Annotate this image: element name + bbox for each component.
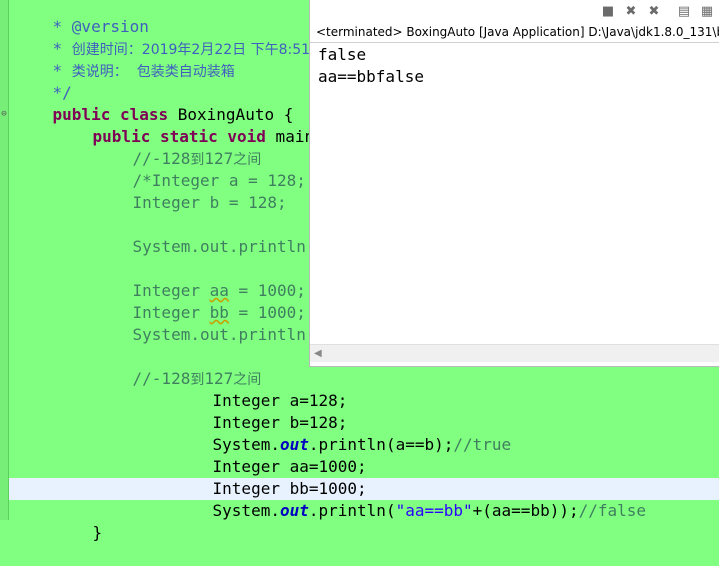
code-line-13[interactable]: Integer aa = 1000; <box>94 258 306 300</box>
code-line-22[interactable]: Integer bb=1000; <box>174 456 367 498</box>
code-line-15[interactable]: System.out.println("aa <box>94 302 345 344</box>
code-line-2[interactable]: * 创建时间：2019年2月22日 下午8:51: <box>14 16 315 58</box>
editor-gutter <box>0 0 9 520</box>
statement: +(aa==bb)); <box>472 501 579 520</box>
horizontal-scrollbar[interactable]: ◀ <box>310 344 719 362</box>
console-view[interactable]: ■ ✖ ✖ ▤ ▦ <terminated> BoxingAuto [Java … <box>309 0 719 367</box>
code-line-21[interactable]: Integer aa=1000; <box>174 434 367 476</box>
code-line-19[interactable]: Integer b=128; <box>174 390 348 432</box>
remove-all-icon[interactable]: ✖ <box>646 4 662 20</box>
javadoc-class-description: 类说明： 包装类自动装箱 <box>71 64 235 80</box>
closing-brace: } <box>92 523 103 542</box>
code-line-3[interactable]: * 类说明： 包装类自动装箱 <box>14 38 235 80</box>
scroll-left-arrow-icon[interactable]: ◀ <box>314 348 322 359</box>
code-line-6[interactable]: public static void main(St <box>54 104 343 146</box>
statement: .println( <box>308 501 396 520</box>
comment-text: //true <box>453 435 512 454</box>
scroll-lock-icon[interactable]: ▤ <box>676 4 692 20</box>
code-line-1[interactable]: * @version <box>14 0 149 36</box>
terminate-icon[interactable]: ■ <box>600 4 616 20</box>
console-divider <box>310 42 719 43</box>
comment-text: Integer b = 128; <box>132 193 287 212</box>
code-line-20[interactable]: System.out.println(a==b);//true <box>174 412 512 454</box>
code-line-17[interactable]: //-128到127之间 <box>94 346 262 388</box>
static-field: out <box>279 501 309 520</box>
fold-minus-icon[interactable]: ⊖ <box>0 110 8 119</box>
comment-text: //false <box>578 501 647 520</box>
remove-launch-icon[interactable]: ✖ <box>623 4 639 20</box>
code-line-9[interactable]: Integer b = 128; <box>94 170 287 212</box>
console-output-line-2: aa==bbfalse <box>318 67 424 86</box>
console-output-line-1: false <box>318 45 367 64</box>
code-line-24[interactable]: } <box>54 500 103 542</box>
code-line-23[interactable]: System.out.println("aa==bb"+(aa==bb));//… <box>174 478 647 520</box>
code-line-8[interactable]: /*Integer a = 128; <box>94 148 306 190</box>
code-line-18[interactable]: Integer a=128; <box>174 368 348 410</box>
string-literal: "aa==bb" <box>395 501 473 520</box>
code-line-14[interactable]: Integer bb = 1000; <box>94 280 306 322</box>
code-line-11[interactable]: System.out.println(a = <box>94 214 345 256</box>
statement: System. <box>212 501 280 520</box>
code-line-4[interactable]: */ <box>14 60 72 102</box>
pin-icon[interactable]: ▦ <box>699 4 715 20</box>
code-line-5[interactable]: public class BoxingAuto { <box>14 82 294 124</box>
code-line-7[interactable]: //-128到127之间 <box>94 126 262 168</box>
console-launch-header: <terminated> BoxingAuto [Java Applicatio… <box>316 25 719 39</box>
